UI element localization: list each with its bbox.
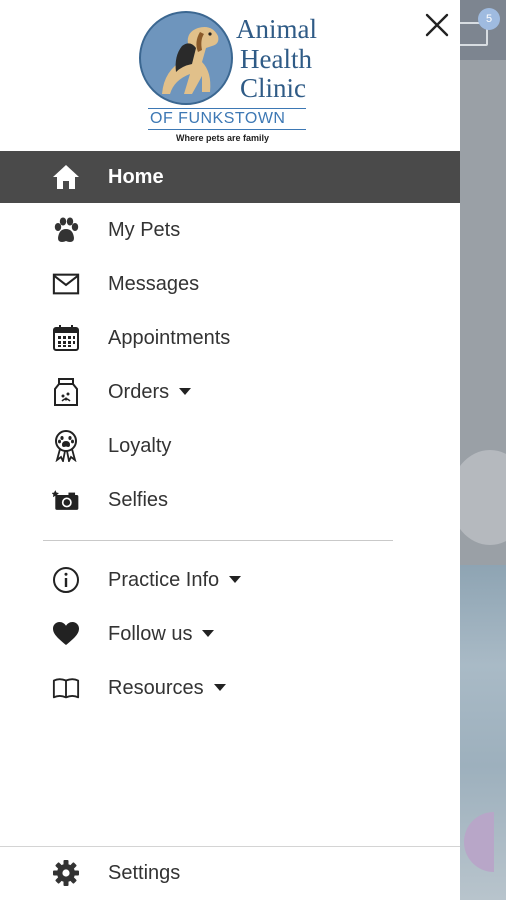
nav-item-label: Settings bbox=[108, 861, 181, 884]
nav-item-label: Resources bbox=[108, 677, 226, 700]
nav-item-settings[interactable]: Settings bbox=[0, 846, 460, 900]
chevron-down-icon bbox=[202, 629, 215, 637]
logo-line-animal: Animal bbox=[236, 14, 317, 44]
logo-rule-top bbox=[148, 108, 306, 109]
follow-us-label-text: Follow us bbox=[108, 622, 193, 645]
camera-icon bbox=[52, 486, 80, 514]
info-icon bbox=[52, 566, 80, 594]
book-icon bbox=[52, 674, 80, 702]
chevron-down-icon bbox=[213, 683, 226, 691]
practice-info-label-text: Practice Info bbox=[108, 568, 220, 591]
nav-item-label: Messages bbox=[108, 272, 200, 295]
logo-tagline: Where pets are family bbox=[176, 133, 270, 143]
primary-nav: Home My Pets Messages Appointments Order… bbox=[0, 151, 460, 527]
orders-label-text: Orders bbox=[108, 380, 170, 403]
dog-emblem-icon bbox=[139, 11, 233, 105]
paw-ribbon-icon bbox=[52, 430, 80, 462]
paw-icon bbox=[52, 216, 80, 244]
nav-item-selfies[interactable]: Selfies bbox=[0, 473, 460, 527]
nav-item-label: Selfies bbox=[108, 488, 169, 511]
logo-rule-bottom bbox=[148, 129, 306, 130]
logo-subtitle: OF FUNKSTOWN bbox=[150, 110, 286, 127]
resources-label-text: Resources bbox=[108, 676, 204, 699]
gear-icon bbox=[52, 859, 80, 887]
clinic-logo: Animal Health Clinic OF FUNKSTOWN Where … bbox=[138, 6, 320, 146]
calendar-icon bbox=[52, 324, 80, 352]
nav-item-home[interactable]: Home bbox=[0, 151, 460, 203]
nav-item-appointments[interactable]: Appointments bbox=[0, 311, 460, 365]
nav-item-orders[interactable]: Orders bbox=[0, 365, 460, 419]
logo-line-health: Health bbox=[240, 44, 312, 74]
nav-item-messages[interactable]: Messages bbox=[0, 257, 460, 311]
nav-item-label: Follow us bbox=[108, 622, 215, 646]
envelope-icon bbox=[52, 270, 80, 298]
nav-item-label: Practice Info bbox=[108, 568, 242, 592]
pet-food-bag-icon bbox=[52, 378, 80, 406]
nav-item-label: Loyalty bbox=[108, 434, 172, 457]
close-icon bbox=[425, 13, 449, 37]
heart-icon bbox=[52, 620, 80, 648]
nav-item-label: Appointments bbox=[108, 326, 231, 349]
close-drawer-button[interactable] bbox=[420, 8, 454, 42]
logo-line-clinic: Clinic bbox=[240, 73, 306, 103]
background-app: 5 bbox=[460, 0, 506, 900]
chevron-down-icon bbox=[179, 387, 192, 395]
nav-item-label: Orders bbox=[108, 380, 192, 404]
nav-item-practice-info[interactable]: Practice Info bbox=[0, 553, 460, 607]
background-orders-button bbox=[460, 450, 506, 545]
secondary-nav: Practice Info Follow us Resources bbox=[0, 553, 460, 715]
background-message-badge: 5 bbox=[478, 8, 500, 30]
nav-divider bbox=[43, 540, 393, 541]
home-icon bbox=[52, 163, 80, 191]
background-header: 5 bbox=[460, 0, 506, 60]
nav-item-my-pets[interactable]: My Pets bbox=[0, 203, 460, 257]
nav-item-follow-us[interactable]: Follow us bbox=[0, 607, 460, 661]
nav-item-label: My Pets bbox=[108, 218, 181, 241]
nav-item-label: Home bbox=[108, 165, 164, 188]
nav-item-resources[interactable]: Resources bbox=[0, 661, 460, 715]
navigation-drawer: Animal Health Clinic OF FUNKSTOWN Where … bbox=[0, 0, 460, 900]
chevron-down-icon bbox=[229, 575, 242, 583]
nav-item-loyalty[interactable]: Loyalty bbox=[0, 419, 460, 473]
